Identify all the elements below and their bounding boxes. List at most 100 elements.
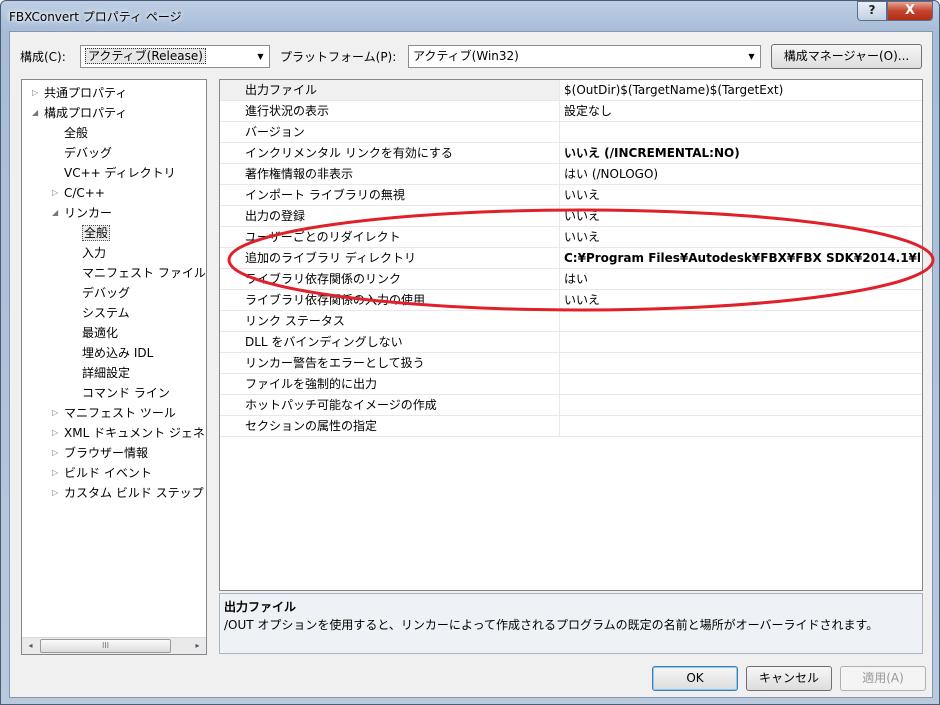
apply-button[interactable]: 適用(A) bbox=[840, 666, 926, 691]
tree-item-label: システム bbox=[82, 306, 130, 320]
property-value[interactable]: はい (/NOLOGO) bbox=[561, 164, 922, 184]
tree-item[interactable]: 全般 bbox=[64, 123, 88, 143]
property-value[interactable] bbox=[561, 374, 922, 394]
property-value[interactable]: いいえ bbox=[561, 290, 922, 310]
expand-arrow-icon[interactable]: ▷ bbox=[52, 443, 58, 463]
expand-arrow-icon[interactable]: ▷ bbox=[52, 423, 58, 443]
expand-arrow-icon[interactable]: ▷ bbox=[52, 183, 58, 203]
close-button[interactable]: X bbox=[887, 1, 933, 21]
property-row[interactable]: インポート ライブラリの無視 いいえ bbox=[220, 185, 922, 206]
tree-item[interactable]: ▷ カスタム ビルド ステップ bbox=[52, 483, 204, 503]
ok-button[interactable]: OK bbox=[652, 666, 738, 691]
tree-item[interactable]: コマンド ライン bbox=[82, 383, 170, 403]
tree-item[interactable]: デバッグ bbox=[82, 283, 130, 303]
property-value[interactable] bbox=[561, 332, 922, 352]
tree-item[interactable]: システム bbox=[82, 303, 130, 323]
tree-item[interactable]: 入力 bbox=[82, 243, 106, 263]
tree-item[interactable]: 全般 bbox=[82, 223, 111, 243]
property-row[interactable]: 著作権情報の非表示 はい (/NOLOGO) bbox=[220, 164, 922, 185]
title-bar[interactable]: FBXConvert プロパティ ページ ? X bbox=[1, 1, 939, 31]
cancel-button[interactable]: キャンセル bbox=[746, 666, 832, 691]
tree-item[interactable]: ◢ リンカー bbox=[52, 203, 113, 223]
scroll-thumb[interactable]: III bbox=[40, 639, 171, 653]
tree-item-label: リンカー bbox=[64, 206, 113, 220]
tree-item[interactable]: VC++ ディレクトリ bbox=[64, 163, 176, 183]
help-button[interactable]: ? bbox=[857, 1, 887, 21]
property-value[interactable]: いいえ bbox=[561, 206, 922, 226]
property-row[interactable]: ライブラリ依存関係のリンク はい bbox=[220, 269, 922, 290]
property-name: ライブラリ依存関係の入力の使用 bbox=[220, 290, 560, 310]
property-value[interactable] bbox=[561, 416, 922, 436]
expand-arrow-icon[interactable]: ▷ bbox=[32, 83, 38, 103]
tree-item-label: XML ドキュメント ジェネ bbox=[64, 426, 205, 440]
config-manager-button[interactable]: 構成マネージャー(O)... bbox=[771, 44, 922, 69]
tree-item[interactable]: マニフェスト ファイル bbox=[82, 263, 206, 283]
tree-item[interactable]: 埋め込み IDL bbox=[82, 343, 153, 363]
property-row[interactable]: DLL をバインディングしない bbox=[220, 332, 922, 353]
property-tree: ▷ 共通プロパティ ◢ 構成プロパティ 全般 デバッグ VC++ ディレクトリ ▷ C/C++ ◢… bbox=[21, 79, 207, 655]
expand-arrow-icon[interactable]: ▷ bbox=[52, 483, 58, 503]
tree-item-label: マニフェスト ツール bbox=[64, 406, 176, 420]
tree-item-label: 埋め込み IDL bbox=[82, 346, 154, 360]
dialog-client: 構成(C): アクティブ(Release) ▼ プラットフォーム(P): アクテ… bbox=[9, 31, 933, 698]
property-row[interactable]: バージョン bbox=[220, 122, 922, 143]
property-name: 著作権情報の非表示 bbox=[220, 164, 560, 184]
property-row[interactable]: セクションの属性の指定 bbox=[220, 416, 922, 437]
property-row[interactable]: ライブラリ依存関係の入力の使用 いいえ bbox=[220, 290, 922, 311]
expand-arrow-icon[interactable]: ▷ bbox=[52, 463, 58, 483]
scroll-right-icon[interactable]: ▸ bbox=[189, 638, 206, 654]
tree-item[interactable]: デバッグ bbox=[64, 143, 112, 163]
property-value[interactable]: C:¥Program Files¥Autodesk¥FBX¥FBX SDK¥20… bbox=[561, 248, 922, 268]
scroll-left-icon[interactable]: ◂ bbox=[22, 638, 39, 654]
property-value[interactable] bbox=[561, 395, 922, 415]
property-value[interactable] bbox=[561, 122, 922, 142]
property-row[interactable]: ユーザーごとのリダイレクト いいえ bbox=[220, 227, 922, 248]
tree-item[interactable]: 最適化 bbox=[82, 323, 118, 343]
tree-item[interactable]: ▷ C/C++ bbox=[52, 183, 105, 203]
property-row[interactable]: 追加のライブラリ ディレクトリ C:¥Program Files¥Autodesk… bbox=[220, 248, 922, 269]
tree-item-label: 詳細設定 bbox=[82, 366, 131, 380]
collapse-arrow-icon[interactable]: ◢ bbox=[52, 203, 58, 223]
property-value[interactable]: いいえ bbox=[561, 185, 922, 205]
property-row[interactable]: ファイルを強制的に出力 bbox=[220, 374, 922, 395]
collapse-arrow-icon[interactable]: ◢ bbox=[32, 103, 38, 123]
property-row[interactable]: インクリメンタル リンクを有効にする いいえ (/INCREMENTAL:NO) bbox=[220, 143, 922, 164]
property-row[interactable]: リンク ステータス bbox=[220, 311, 922, 332]
tree-item-label: VC++ ディレクトリ bbox=[64, 166, 176, 180]
property-row[interactable]: リンカー警告をエラーとして扱う bbox=[220, 353, 922, 374]
property-value[interactable]: いいえ bbox=[561, 227, 922, 247]
config-select[interactable]: アクティブ(Release) ▼ bbox=[80, 45, 270, 68]
tree-item-label: 最適化 bbox=[82, 326, 119, 340]
property-name: インクリメンタル リンクを有効にする bbox=[220, 143, 560, 163]
property-value[interactable] bbox=[561, 311, 922, 331]
property-row[interactable]: 出力ファイル $(OutDir)$(TargetName)$(TargetExt) bbox=[220, 80, 922, 101]
chevron-down-icon: ▼ bbox=[257, 52, 264, 61]
expand-arrow-icon[interactable]: ▷ bbox=[52, 403, 58, 423]
tree-item[interactable]: ▷ ブラウザー情報 bbox=[52, 443, 149, 463]
property-value[interactable] bbox=[561, 353, 922, 373]
tree-item[interactable]: ▷ ビルド イベント bbox=[52, 463, 152, 483]
platform-select[interactable]: アクティブ(Win32) ▼ bbox=[408, 45, 761, 68]
property-name: 出力ファイル bbox=[220, 80, 560, 100]
tree-item-label: 全般 bbox=[64, 126, 89, 140]
property-row[interactable]: ホットパッチ可能なイメージの作成 bbox=[220, 395, 922, 416]
property-name: ファイルを強制的に出力 bbox=[220, 374, 560, 394]
property-value[interactable]: はい bbox=[561, 269, 922, 289]
tree-item-label: 入力 bbox=[82, 246, 107, 260]
property-row[interactable]: 出力の登録 いいえ bbox=[220, 206, 922, 227]
tree-horizontal-scrollbar[interactable]: ◂ III ▸ bbox=[22, 637, 206, 654]
property-value[interactable]: 設定なし bbox=[561, 101, 922, 121]
tree-item-label: ブラウザー情報 bbox=[64, 446, 149, 460]
tree-item[interactable]: ▷ マニフェスト ツール bbox=[52, 403, 176, 423]
property-name: 出力の登録 bbox=[220, 206, 560, 226]
tree-item-label: 共通プロパティ bbox=[44, 86, 128, 100]
property-row[interactable]: 進行状況の表示 設定なし bbox=[220, 101, 922, 122]
tree-item[interactable]: 詳細設定 bbox=[82, 363, 130, 383]
tree-item[interactable]: ▷ 共通プロパティ bbox=[32, 83, 128, 103]
property-value[interactable]: いいえ (/INCREMENTAL:NO) bbox=[561, 143, 922, 163]
platform-label: プラットフォーム(P): bbox=[280, 50, 397, 64]
tree-item[interactable]: ◢ 構成プロパティ bbox=[32, 103, 127, 123]
property-value[interactable]: $(OutDir)$(TargetName)$(TargetExt) bbox=[561, 80, 922, 100]
tree-item[interactable]: ▷ XML ドキュメント ジェネ bbox=[52, 423, 205, 443]
property-name: 進行状況の表示 bbox=[220, 101, 560, 121]
